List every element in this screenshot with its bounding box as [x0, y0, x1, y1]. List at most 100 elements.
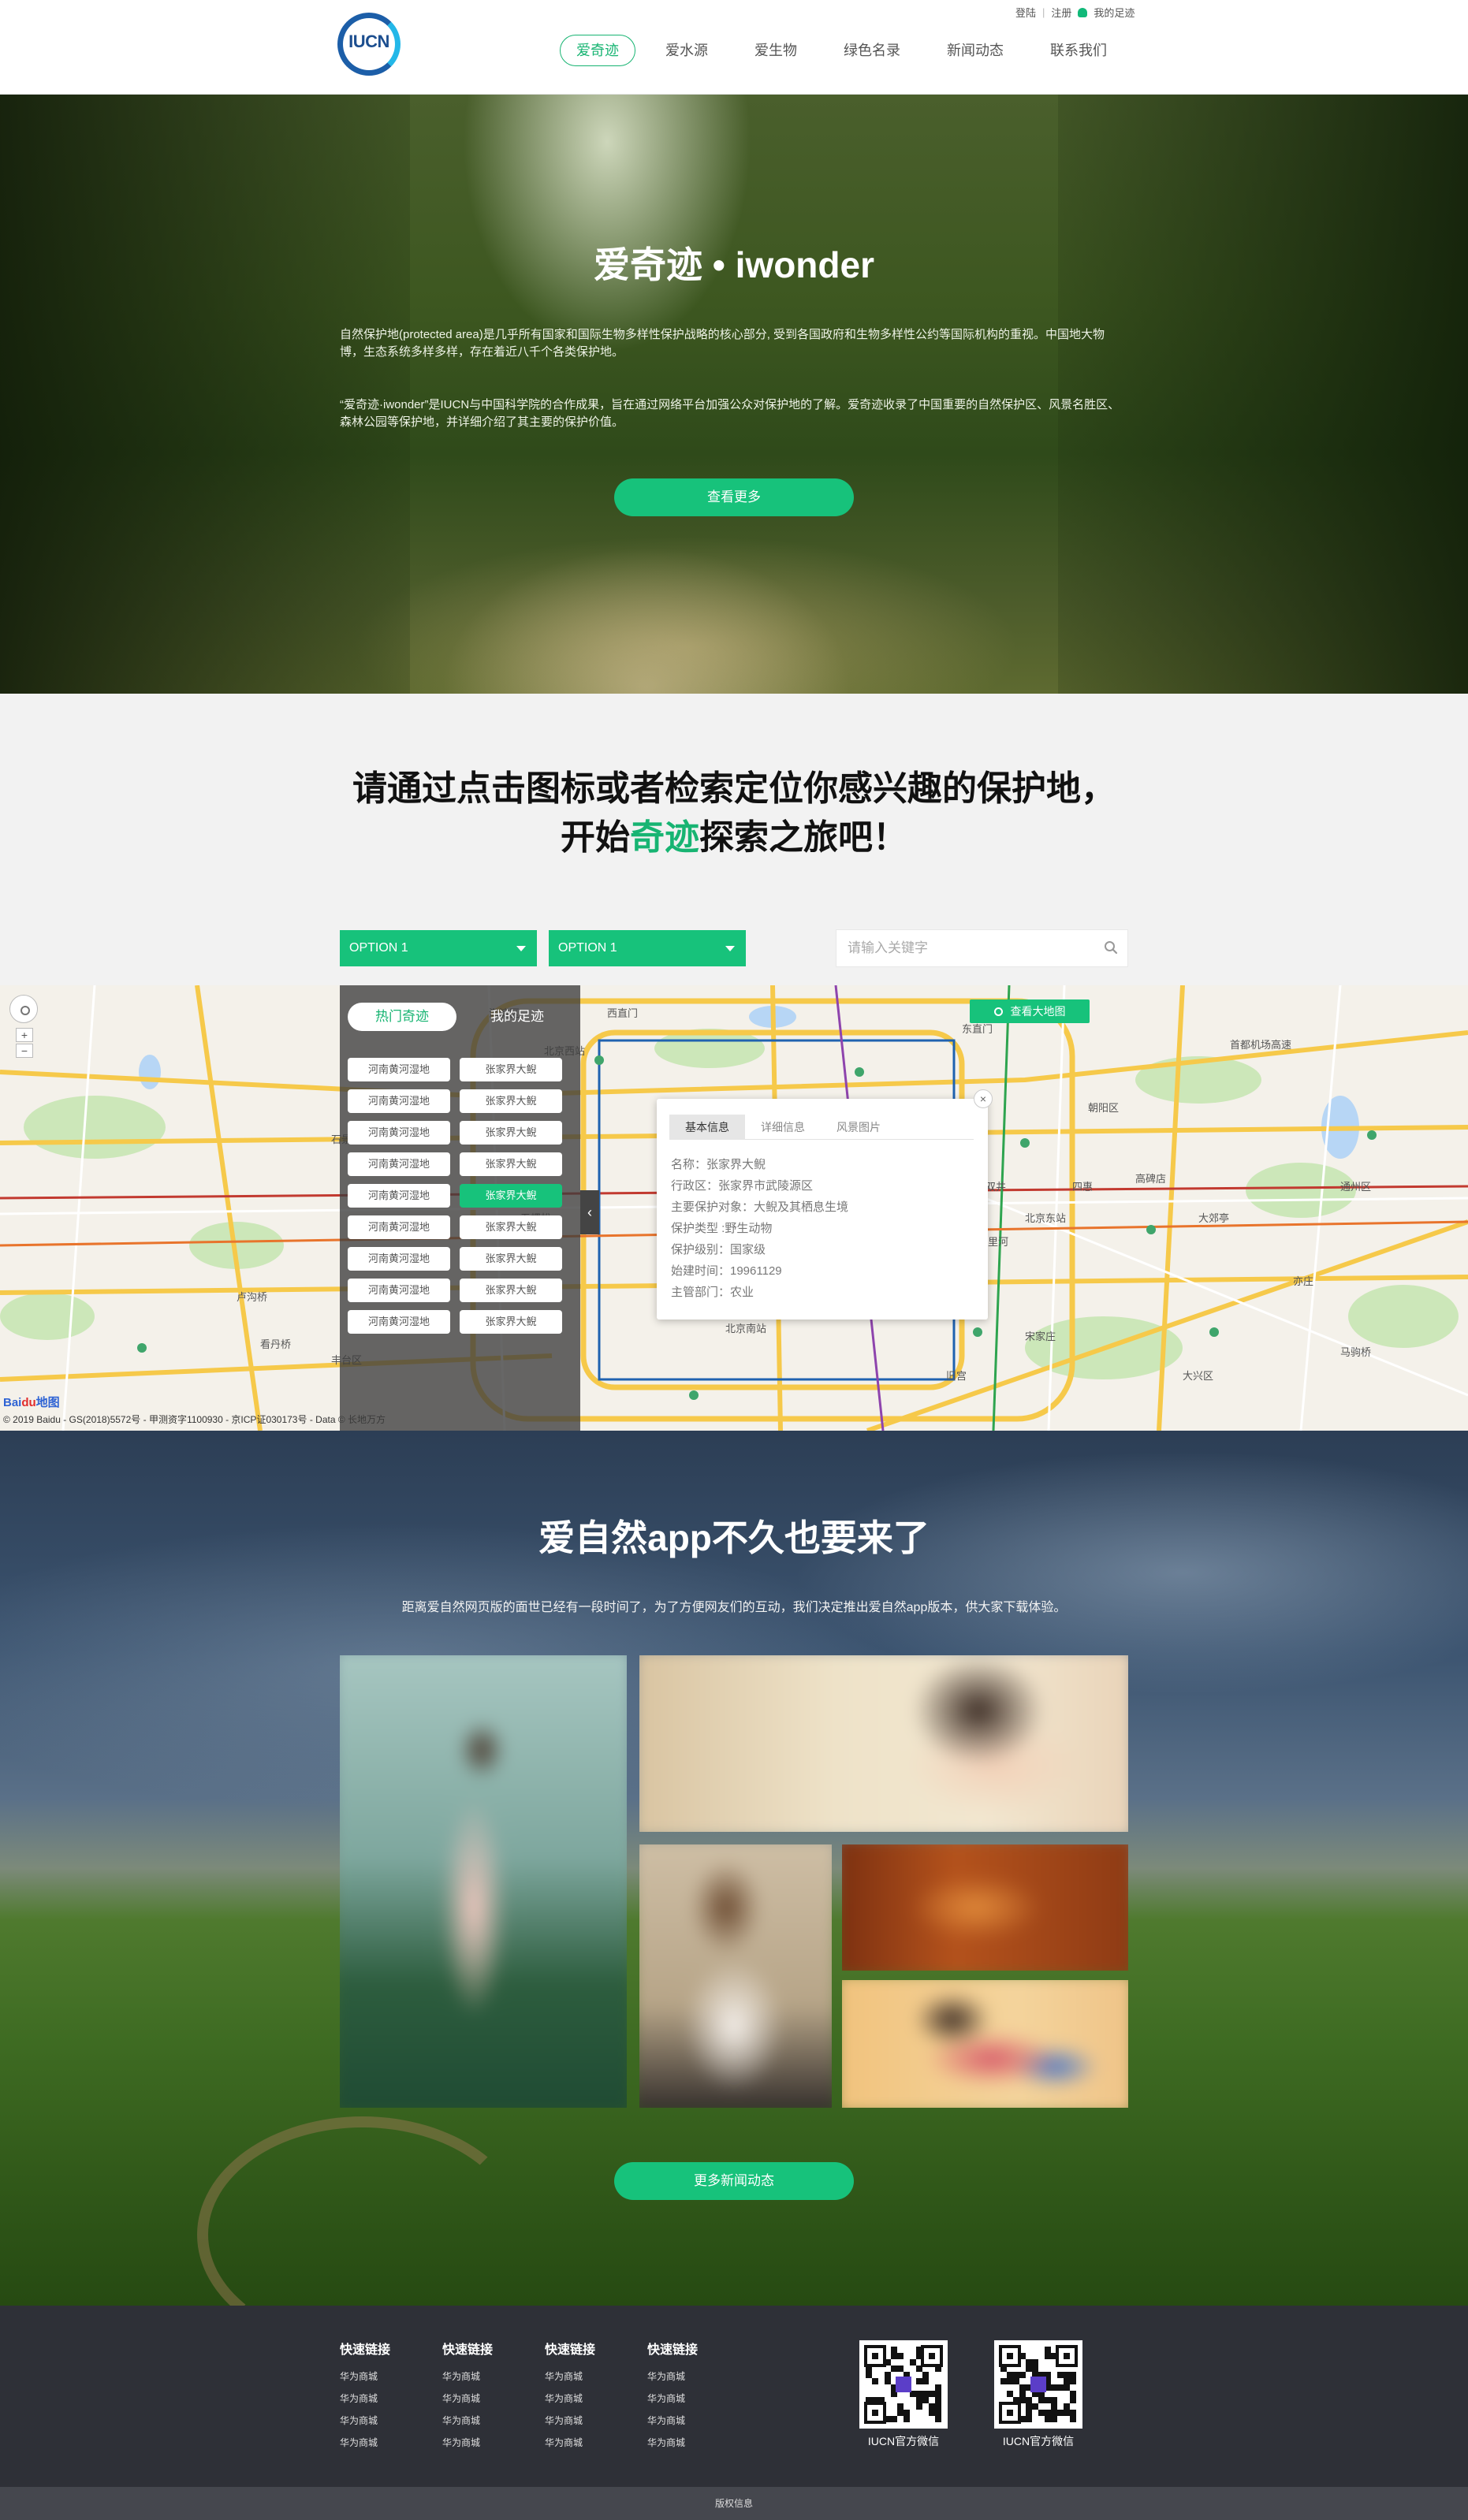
- search-section: 请通过点击图标或者检索定位你感兴趣的保护地，开始奇迹探索之旅吧！ OPTION …: [0, 694, 1468, 985]
- zoom-out-button[interactable]: −: [16, 1044, 33, 1058]
- map-label: 首都机场高速: [1230, 1039, 1291, 1051]
- filter-select-1[interactable]: OPTION 1: [340, 930, 537, 966]
- nav-item-news[interactable]: 新闻动态: [930, 35, 1020, 66]
- search-title-part2: 探索之旅吧！: [699, 818, 907, 857]
- footer-link[interactable]: 华为商城: [442, 2410, 537, 2432]
- map-label: 看丹桥: [260, 1338, 291, 1350]
- site-button[interactable]: 河南黄河湿地: [348, 1058, 450, 1081]
- footer-column-1: 快速链接 华为商城 华为商城 华为商城 华为商城: [340, 2339, 434, 2454]
- site-button[interactable]: 张家界大鲵: [460, 1279, 562, 1302]
- qr-code-image: [859, 2340, 948, 2429]
- iucn-logo[interactable]: IUCN: [337, 13, 401, 76]
- search-icon[interactable]: [1104, 940, 1118, 955]
- site-button[interactable]: 河南黄河湿地: [348, 1279, 450, 1302]
- view-more-button[interactable]: 查看更多: [614, 478, 854, 516]
- map-label: 通州区: [1340, 1181, 1371, 1193]
- footer-link[interactable]: 华为商城: [647, 2410, 742, 2432]
- footer-link[interactable]: 华为商城: [442, 2432, 537, 2454]
- map-label: 大郊亭: [1198, 1212, 1229, 1224]
- photo-image: [340, 1655, 627, 2108]
- map[interactable]: 北京西站北京南站北京站天安门五棵松丰台区通州区朝阳区海淀区大兴区亦庄石景山西直门…: [0, 985, 1468, 1431]
- map-label: 高碑店: [1135, 1173, 1166, 1185]
- footer-link[interactable]: 华为商城: [340, 2432, 434, 2454]
- panel-collapse-button[interactable]: ‹: [580, 1190, 599, 1234]
- hero-banner: 爱奇迹 • iwonder 自然保护地(protected area)是几乎所有…: [0, 95, 1468, 694]
- photo-image: [842, 1844, 1128, 1971]
- gallery-photo-2[interactable]: [639, 1655, 1128, 1832]
- footer-link[interactable]: 华为商城: [442, 2388, 537, 2410]
- filter-select-2[interactable]: OPTION 1: [549, 930, 746, 966]
- separator: |: [1042, 6, 1045, 18]
- footer-link[interactable]: 华为商城: [340, 2366, 434, 2388]
- tab-scenery-photos[interactable]: 风景图片: [821, 1115, 896, 1140]
- site-button[interactable]: 张家界大鲵: [460, 1121, 562, 1145]
- site-button[interactable]: 张家界大鲵: [460, 1152, 562, 1176]
- pan-control[interactable]: [9, 995, 38, 1023]
- site-button-selected[interactable]: 张家界大鲵: [460, 1184, 562, 1208]
- site-button[interactable]: 张家界大鲵: [460, 1247, 562, 1271]
- map-label: 宋家庄: [1025, 1331, 1056, 1342]
- filter-select-2-value: OPTION 1: [558, 941, 617, 955]
- nav-item-contact[interactable]: 联系我们: [1034, 35, 1123, 66]
- footer-link[interactable]: 华为商城: [647, 2366, 742, 2388]
- forest-right: [1058, 95, 1468, 694]
- more-news-button[interactable]: 更多新闻动态: [614, 2162, 854, 2200]
- footer-link[interactable]: 华为商城: [340, 2388, 434, 2410]
- footer-link[interactable]: 华为商城: [545, 2432, 639, 2454]
- nav-item-species[interactable]: 爱生物: [738, 35, 814, 66]
- zoom-in-button[interactable]: +: [16, 1028, 33, 1042]
- search-input[interactable]: [836, 930, 1089, 966]
- footer-column-title: 快速链接: [647, 2343, 699, 2357]
- footer-link[interactable]: 华为商城: [647, 2432, 742, 2454]
- site-button[interactable]: 河南黄河湿地: [348, 1089, 450, 1113]
- logo-text: IUCN: [348, 32, 389, 51]
- footer-link[interactable]: 华为商城: [647, 2388, 742, 2410]
- map-label: 大兴区: [1183, 1370, 1213, 1382]
- tab-basic-info[interactable]: 基本信息: [669, 1115, 745, 1140]
- nav-item-water[interactable]: 爱水源: [649, 35, 725, 66]
- site-button[interactable]: 河南黄河湿地: [348, 1247, 450, 1271]
- info-protection-level: 保护级别：国家级: [671, 1243, 766, 1256]
- close-icon[interactable]: ×: [974, 1089, 993, 1108]
- gallery-photo-4[interactable]: [842, 1844, 1128, 1971]
- qr-code-image: [994, 2340, 1082, 2429]
- footer-link[interactable]: 华为商城: [545, 2366, 639, 2388]
- site-button[interactable]: 张家界大鲵: [460, 1310, 562, 1334]
- my-footprint-link[interactable]: 我的足迹: [1094, 5, 1135, 20]
- map-label: 朝阳区: [1088, 1102, 1119, 1114]
- footer-link[interactable]: 华为商城: [442, 2366, 537, 2388]
- map-label: 西直门: [607, 1007, 638, 1019]
- register-link[interactable]: 注册: [1051, 5, 1071, 20]
- map-label: 马驹桥: [1340, 1346, 1371, 1358]
- gallery-photo-5[interactable]: [842, 1980, 1128, 2108]
- tab-detail-info[interactable]: 详细信息: [745, 1115, 821, 1140]
- site-button[interactable]: 张家界大鲵: [460, 1089, 562, 1113]
- site-button[interactable]: 河南黄河湿地: [348, 1215, 450, 1239]
- site-button[interactable]: 河南黄河湿地: [348, 1121, 450, 1145]
- site-button[interactable]: 河南黄河湿地: [348, 1310, 450, 1334]
- gallery-photo-1[interactable]: [340, 1655, 627, 2108]
- chevron-down-icon: [516, 946, 526, 951]
- photo-image: [639, 1844, 832, 2108]
- search-box: [836, 929, 1128, 967]
- view-big-map-button[interactable]: 查看大地图: [970, 999, 1090, 1023]
- footer-link[interactable]: 华为商城: [545, 2388, 639, 2410]
- site-button[interactable]: 张家界大鲵: [460, 1058, 562, 1081]
- nav-item-green-list[interactable]: 绿色名录: [827, 35, 917, 66]
- site-button[interactable]: 河南黄河湿地: [348, 1152, 450, 1176]
- user-icon: [1078, 7, 1088, 17]
- nav-item-iwonder[interactable]: 爱奇迹: [560, 35, 635, 66]
- gallery-photo-3[interactable]: [639, 1844, 832, 2108]
- map-label: 双井: [985, 1181, 1006, 1193]
- site-button[interactable]: 张家界大鲵: [460, 1215, 562, 1239]
- footer-column-2: 快速链接 华为商城 华为商城 华为商城 华为商城: [442, 2339, 537, 2454]
- footer-link[interactable]: 华为商城: [545, 2410, 639, 2432]
- baidu-logo-b: du: [21, 1396, 36, 1409]
- main-nav: 爱奇迹 爱水源 爱生物 绿色名录 新闻动态 联系我们: [560, 35, 1137, 66]
- photo-image: [842, 1980, 1128, 2108]
- footer-link[interactable]: 华为商城: [340, 2410, 434, 2432]
- site-button[interactable]: 河南黄河湿地: [348, 1184, 450, 1208]
- tab-my-footprint[interactable]: 我的足迹: [463, 1003, 572, 1031]
- tab-hot-wonders[interactable]: 热门奇迹: [348, 1003, 456, 1031]
- login-link[interactable]: 登陆: [1015, 5, 1036, 20]
